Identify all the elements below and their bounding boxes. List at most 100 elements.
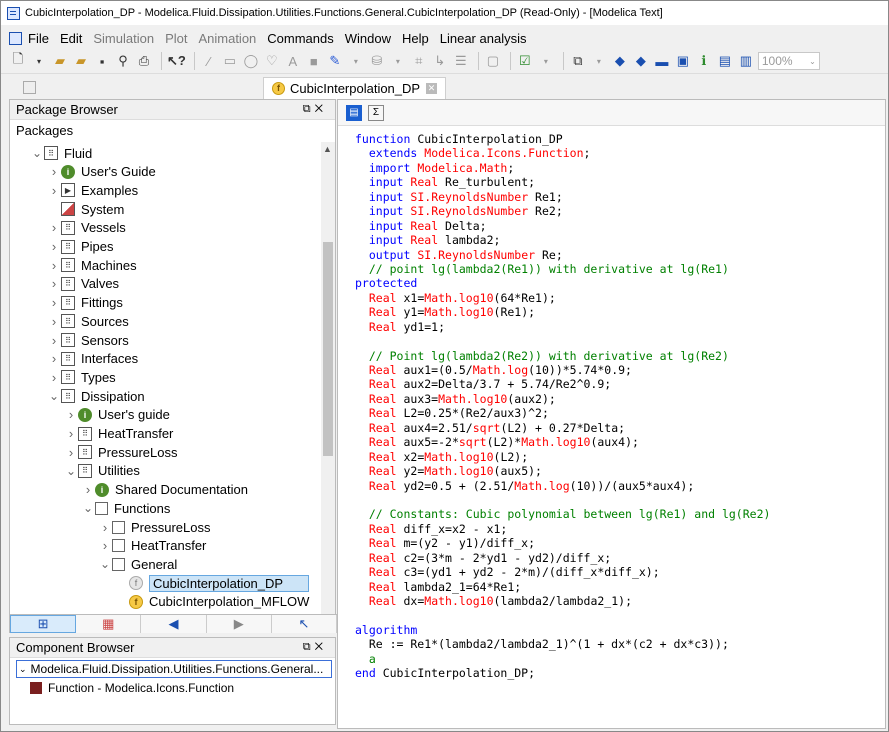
scrollbar-thumb[interactable] [323,242,333,456]
tree-item[interactable]: › ⠿ PressureLoss [64,443,178,461]
line-color-icon[interactable]: ✎ [326,52,344,70]
dropdown-arrow-icon[interactable]: ▾ [590,52,608,70]
tree-view-icon[interactable]: ⊞ [10,615,77,633]
tree-item[interactable]: ⌄ Functions [81,499,170,517]
sum-icon[interactable]: Σ [368,104,384,121]
save-icon[interactable]: ▪ [93,52,111,70]
tree-item[interactable]: › ⠿ Vessels [47,219,126,237]
menu-window[interactable]: Window [345,31,391,46]
chevron-right-icon[interactable]: › [98,520,112,535]
chevron-right-icon[interactable]: › [47,295,61,310]
diagram-view-icon[interactable]: ▣ [674,52,692,70]
help-pointer-icon[interactable]: ↖? [167,52,186,70]
tree-item[interactable]: › ⠿ HeatTransfer [64,425,174,443]
chevron-down-icon[interactable]: ⌄ [64,464,78,478]
chevron-down-icon[interactable]: ⌄ [98,557,112,571]
chevron-right-icon[interactable]: › [47,164,61,179]
text-tool-icon[interactable]: A [284,52,302,70]
forward-arrow-icon[interactable]: ▶ [206,615,272,633]
chevron-right-icon[interactable]: › [81,482,95,497]
open-icon[interactable]: ▰ [72,52,90,70]
used-classes-icon[interactable]: ▥ [737,52,755,70]
chevron-right-icon[interactable]: › [47,314,61,329]
tree-item[interactable]: › ⠿ Pipes [47,238,114,256]
modelica-text-icon[interactable]: ▤ [346,104,362,121]
code-text[interactable]: function CubicInterpolation_DP extends M… [355,132,770,681]
back-arrow-icon[interactable]: ◀ [141,615,207,633]
tree-item[interactable]: › i User's Guide [47,163,156,181]
polygon-tool-icon[interactable]: ♡ [263,52,281,70]
fill-color-icon[interactable]: ⛁ [368,52,386,70]
tree-item[interactable]: › ⠿ Machines [47,256,137,274]
chevron-right-icon[interactable]: › [47,333,61,348]
dropdown-arrow-icon[interactable]: ▾ [30,52,48,70]
menu-linear-analysis[interactable]: Linear analysis [440,31,527,46]
chevron-right-icon[interactable]: › [47,370,61,385]
chevron-right-icon[interactable]: › [47,258,61,273]
icon-view-icon[interactable]: ▦ [76,615,142,633]
new-icon[interactable]: 🗋 [9,51,27,70]
component-child-item[interactable]: Function - Modelica.Icons.Function [30,679,234,697]
dropdown-arrow-icon[interactable]: ▾ [537,52,555,70]
window-menu-icon[interactable] [9,31,22,45]
chevron-right-icon[interactable]: › [64,445,78,460]
tree-item[interactable]: f CubicInterpolation_DP [115,574,310,592]
component-root-item[interactable]: ⌄ Modelica.Fluid.Dissipation.Utilities.F… [16,660,332,678]
tree-item[interactable]: › ⠿ Sources [47,312,129,330]
text-view-icon[interactable]: ▤ [716,52,734,70]
tree-item[interactable]: ⌄ ⠿ Dissipation [47,387,145,405]
documentation-icon[interactable]: ℹ [695,52,713,70]
menu-animation[interactable]: Animation [198,31,256,46]
chevron-right-icon[interactable]: › [64,407,78,422]
search-icon[interactable]: ⚲ [114,52,132,70]
menu-commands[interactable]: Commands [267,31,333,46]
line-tool-icon[interactable]: ∕ [200,52,218,70]
check-icon[interactable]: ☑ [516,52,534,70]
package-tree-scrollbar[interactable]: ▲ [321,142,335,614]
dropdown-arrow-icon[interactable]: ▾ [389,52,407,70]
chevron-right-icon[interactable]: › [47,276,61,291]
tree-item[interactable]: › PressureLoss [98,518,211,536]
tree-item[interactable]: ⌄ ⠿ Fluid [30,144,92,162]
chevron-right-icon[interactable]: › [47,220,61,235]
tree-item[interactable]: › ⠿ Valves [47,275,119,293]
frame-icon[interactable]: ▢ [484,52,502,70]
connect-icon[interactable]: ↳ [431,52,449,70]
chevron-right-icon[interactable]: › [47,351,61,366]
grid-icon[interactable]: ⌗ [410,52,428,70]
menu-help[interactable]: Help [402,31,429,46]
menu-plot[interactable]: Plot [165,31,187,46]
goto-parent-icon[interactable]: ↖ [271,615,338,633]
zoom-combo[interactable]: 100% ⌄ [757,52,820,70]
tree-item[interactable]: › ▶ Examples [47,181,138,199]
chevron-right-icon[interactable]: › [64,426,78,441]
menu-edit[interactable]: Edit [60,31,82,46]
bitmap-tool-icon[interactable]: ■ [305,52,323,70]
tree-item[interactable]: › i Shared Documentation [81,481,248,499]
tree-item[interactable]: ⌄ ⠿ Utilities [64,462,140,480]
panel-float-close-icon[interactable]: ⧉✕ [303,641,327,654]
open-folder-icon[interactable]: ▰ [51,52,69,70]
component-view-icon[interactable]: ▬ [653,52,671,70]
chevron-down-icon[interactable]: ⌄ [81,501,95,515]
chevron-right-icon[interactable]: › [47,239,61,254]
ellipse-tool-icon[interactable]: ◯ [242,52,260,70]
tree-item[interactable]: › ⠿ Interfaces [47,350,138,368]
tab-list-icon[interactable] [23,81,36,94]
back-icon[interactable]: ◆ [611,52,629,70]
tree-item[interactable]: System [47,200,124,218]
close-icon[interactable]: ✕ [426,83,438,94]
panel-float-close-icon[interactable]: ⧉✕ [303,103,327,116]
chevron-right-icon[interactable]: › [98,538,112,553]
chevron-down-icon[interactable]: ⌄ [30,146,44,160]
tree-item[interactable]: › ⠿ Types [47,368,116,386]
menu-simulation[interactable]: Simulation [93,31,154,46]
chevron-down-icon[interactable]: ⌄ [47,389,61,403]
tree-item[interactable]: › ⠿ Sensors [47,331,129,349]
forward-icon[interactable]: ◆ [632,52,650,70]
copy-icon[interactable]: ⧉ [569,52,587,70]
chevron-right-icon[interactable]: › [47,183,61,198]
tree-item[interactable]: ⌄ General [98,555,177,573]
tree-item[interactable]: › ⠿ Fittings [47,294,123,312]
print-icon[interactable]: ⎙ [135,52,153,70]
